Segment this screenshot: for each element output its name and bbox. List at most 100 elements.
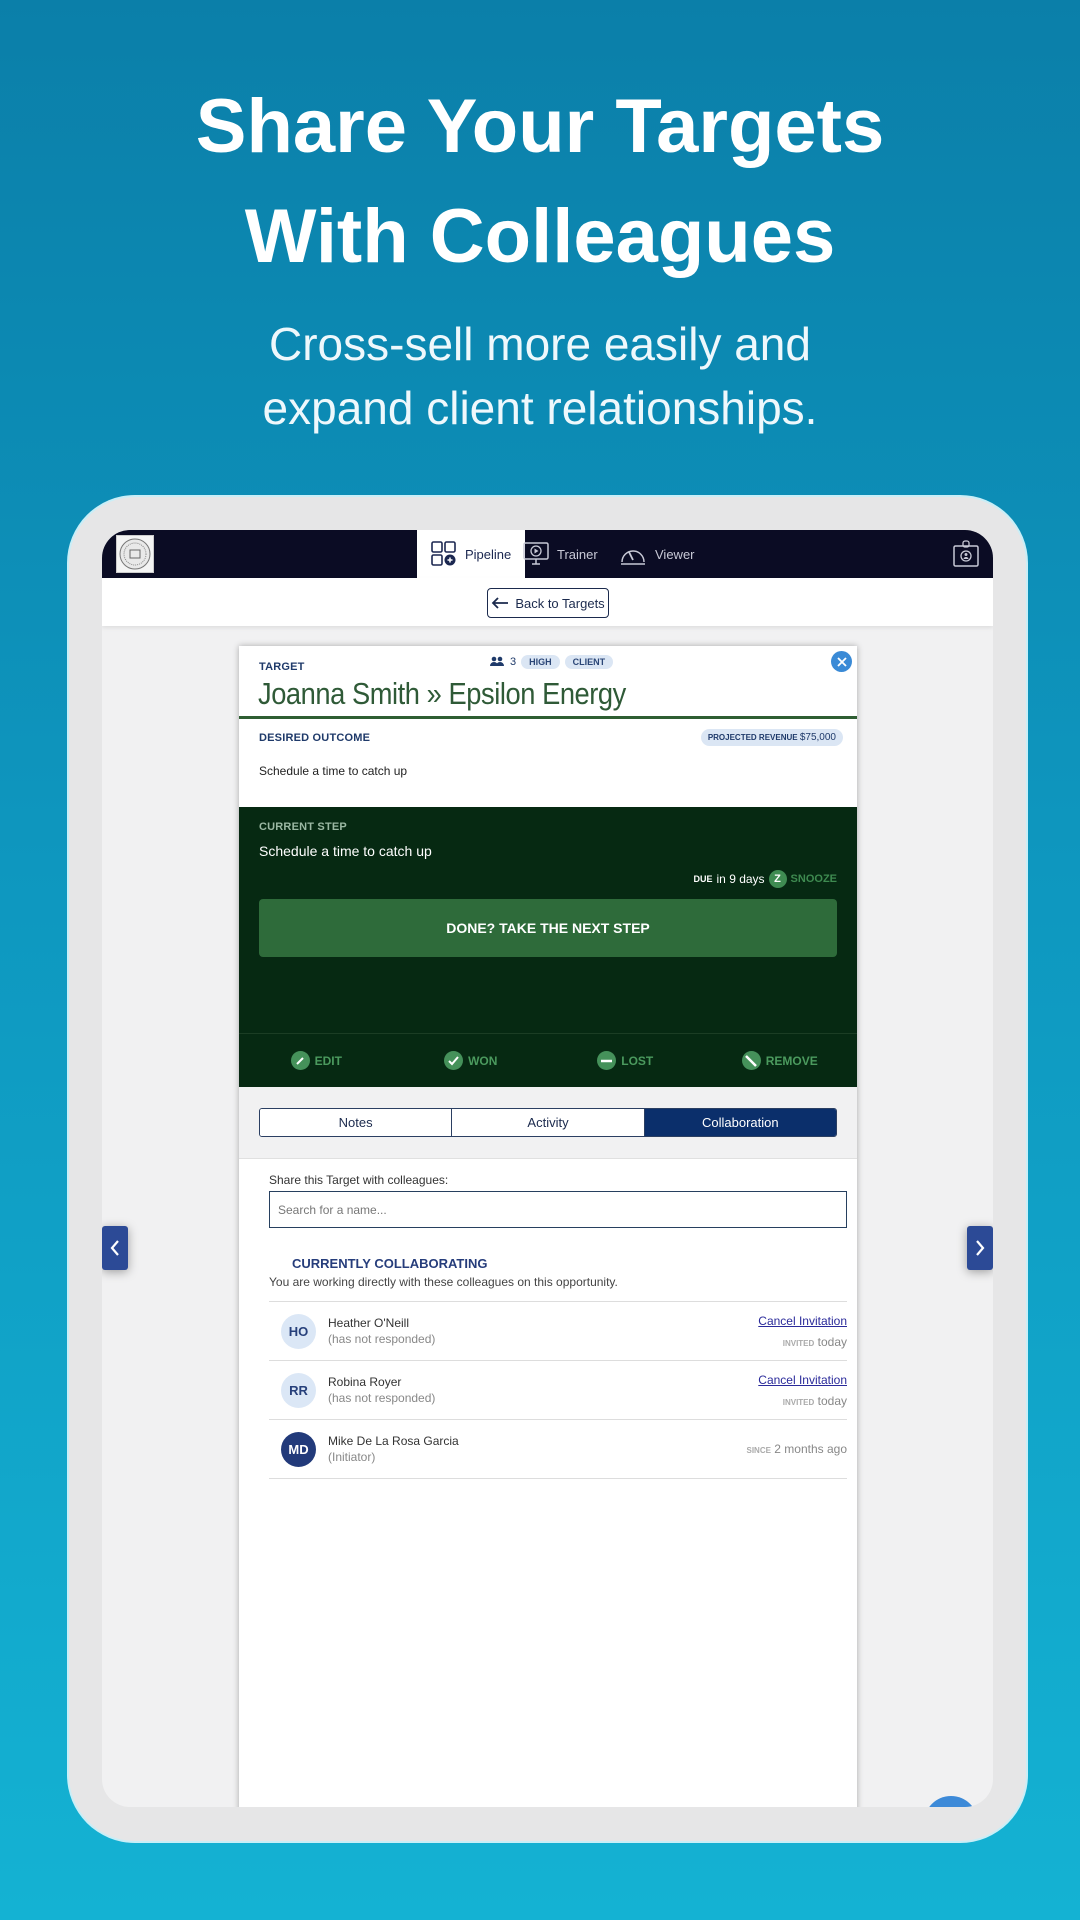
target-label: TARGET	[259, 661, 305, 673]
tab-collaboration[interactable]: Collaboration	[644, 1109, 836, 1136]
sub-toolbar: Back to Targets	[102, 578, 993, 626]
type-pill: CLIENT	[564, 655, 614, 669]
chevron-right-icon	[976, 1240, 985, 1256]
avatar: MD	[281, 1432, 316, 1467]
revenue-value: $75,000	[799, 732, 836, 743]
invited-meta: INVITED today	[783, 1394, 847, 1408]
avatar: HO	[281, 1314, 316, 1349]
current-step-text: Schedule a time to catch up	[259, 843, 432, 859]
meta-label: INVITED	[782, 1339, 815, 1348]
collaborator-status: (has not responded)	[328, 1391, 436, 1405]
meta-value: today	[817, 1335, 847, 1349]
avatar: RR	[281, 1373, 316, 1408]
collaborating-title: CURRENTLY COLLABORATING	[292, 1256, 488, 1271]
slash-icon	[741, 1051, 761, 1070]
cancel-invitation-link[interactable]: Cancel Invitation	[758, 1373, 847, 1387]
app-screen: Pipeline Trainer Viewer Back to Targets …	[102, 530, 993, 1807]
back-button-label: Back to Targets	[515, 595, 605, 611]
collaborator-name: Robina Royer	[328, 1375, 402, 1389]
nav-tab-viewer[interactable]: Viewer	[605, 530, 709, 578]
seal-logo[interactable]	[116, 535, 154, 573]
won-button[interactable]: WON	[394, 1034, 549, 1087]
segmented-tabs: Notes Activity Collaboration	[259, 1108, 837, 1137]
people-icon	[490, 656, 504, 666]
target-card: TARGET 3 HIGH CLIENT Joanna Smith » Epsi…	[239, 646, 857, 1807]
meta-label: SINCE	[746, 1446, 771, 1455]
collaborator-row: HO Heather O'Neill (has not responded) C…	[269, 1302, 847, 1361]
meta-value: today	[817, 1394, 847, 1408]
nav-tab-label: Viewer	[655, 546, 695, 562]
monitor-play-icon	[523, 542, 549, 565]
hero-subtitle-line-1: Cross-sell more easily and	[269, 318, 811, 370]
target-meta: 3 HIGH CLIENT	[489, 655, 614, 669]
colleague-search-input[interactable]: Search for a name...	[269, 1191, 847, 1228]
due-value: in 9 days	[716, 872, 765, 886]
due-label: DUE	[693, 874, 713, 884]
due-row: DUE in 9 days Z SNOOZE	[693, 870, 837, 888]
priority-pill: HIGH	[521, 655, 560, 669]
remove-label: REMOVE	[765, 1053, 818, 1068]
arrow-left-icon	[492, 597, 509, 609]
remove-button[interactable]: REMOVE	[703, 1034, 858, 1087]
check-icon	[444, 1051, 464, 1070]
hero-subtitle-line-2: expand client relationships.	[262, 382, 818, 434]
tab-notes[interactable]: Notes	[260, 1109, 453, 1136]
collaborator-name: Heather O'Neill	[328, 1316, 409, 1330]
previous-arrow-button[interactable]	[102, 1226, 128, 1270]
hero-title: Share Your Targets With Colleagues	[0, 72, 1080, 292]
target-title: Joanna Smith » Epsilon Energy	[258, 676, 626, 711]
profile-button[interactable]	[953, 540, 979, 573]
hero-title-line-2: With Colleagues	[244, 194, 836, 279]
collaborator-row: MD Mike De La Rosa Garcia (Initiator) SI…	[269, 1420, 847, 1479]
back-to-targets-button[interactable]: Back to Targets	[487, 588, 609, 618]
lost-label: LOST	[621, 1053, 654, 1068]
hero-title-line-1: Share Your Targets	[195, 84, 885, 169]
pencil-icon	[290, 1051, 310, 1070]
nav-tab-trainer[interactable]: Trainer	[509, 530, 612, 578]
current-step-section: CURRENT STEP Schedule a time to catch up…	[239, 807, 857, 1033]
revenue-label: PROJECTED REVENUE	[707, 733, 798, 742]
nav-tab-label: Pipeline	[465, 546, 512, 562]
floating-action-button[interactable]	[924, 1796, 978, 1807]
current-step-label: CURRENT STEP	[259, 821, 347, 833]
edit-button[interactable]: EDIT	[239, 1034, 394, 1087]
collaborator-status: (Initiator)	[328, 1450, 376, 1464]
lost-button[interactable]: LOST	[548, 1034, 703, 1087]
top-nav-bar: Pipeline Trainer Viewer	[102, 530, 993, 578]
since-meta: SINCE 2 months ago	[746, 1442, 847, 1456]
search-placeholder: Search for a name...	[278, 1202, 387, 1217]
next-step-button[interactable]: DONE? TAKE THE NEXT STEP	[259, 899, 837, 957]
cancel-invitation-link[interactable]: Cancel Invitation	[758, 1314, 847, 1328]
target-header: TARGET 3 HIGH CLIENT Joanna Smith » Epsi…	[239, 646, 857, 719]
hero-subtitle: Cross-sell more easily and expand client…	[0, 312, 1080, 440]
close-button[interactable]	[831, 651, 852, 672]
invited-meta: INVITED today	[783, 1335, 847, 1349]
meta-label: INVITED	[782, 1398, 815, 1407]
seal-icon	[119, 538, 151, 570]
speedometer-icon	[621, 550, 645, 565]
collaborator-name: Mike De La Rosa Garcia	[328, 1434, 459, 1448]
nav-tab-label: Trainer	[557, 546, 598, 562]
collaborator-status: (has not responded)	[328, 1332, 436, 1346]
snooze-button[interactable]: SNOOZE	[791, 873, 837, 885]
snooze-icon[interactable]: Z	[768, 870, 787, 888]
won-label: WON	[468, 1053, 498, 1068]
tab-activity[interactable]: Activity	[452, 1109, 645, 1136]
id-badge-icon	[953, 540, 979, 567]
desired-outcome-section: DESIRED OUTCOME PROJECTED REVENUE $75,00…	[239, 719, 857, 807]
desired-outcome-text: Schedule a time to catch up	[259, 764, 408, 778]
tabs-area: Notes Activity Collaboration	[239, 1087, 857, 1159]
collaborating-subtitle: You are working directly with these coll…	[269, 1275, 618, 1289]
collaborator-list: HO Heather O'Neill (has not responded) C…	[269, 1301, 847, 1479]
action-bar: EDIT WON LOST REMOVE	[239, 1033, 857, 1087]
close-icon	[836, 656, 847, 667]
pipeline-grid-icon	[431, 541, 456, 566]
collaborator-row: RR Robina Royer (has not responded) Canc…	[269, 1361, 847, 1420]
edit-label: EDIT	[314, 1053, 342, 1068]
next-arrow-button[interactable]	[967, 1226, 993, 1270]
minus-icon	[597, 1051, 617, 1070]
people-count: 3	[510, 656, 517, 668]
desired-outcome-label: DESIRED OUTCOME	[259, 732, 371, 744]
share-label: Share this Target with colleagues:	[269, 1173, 449, 1187]
collaboration-panel: Share this Target with colleagues: Searc…	[239, 1159, 857, 1479]
